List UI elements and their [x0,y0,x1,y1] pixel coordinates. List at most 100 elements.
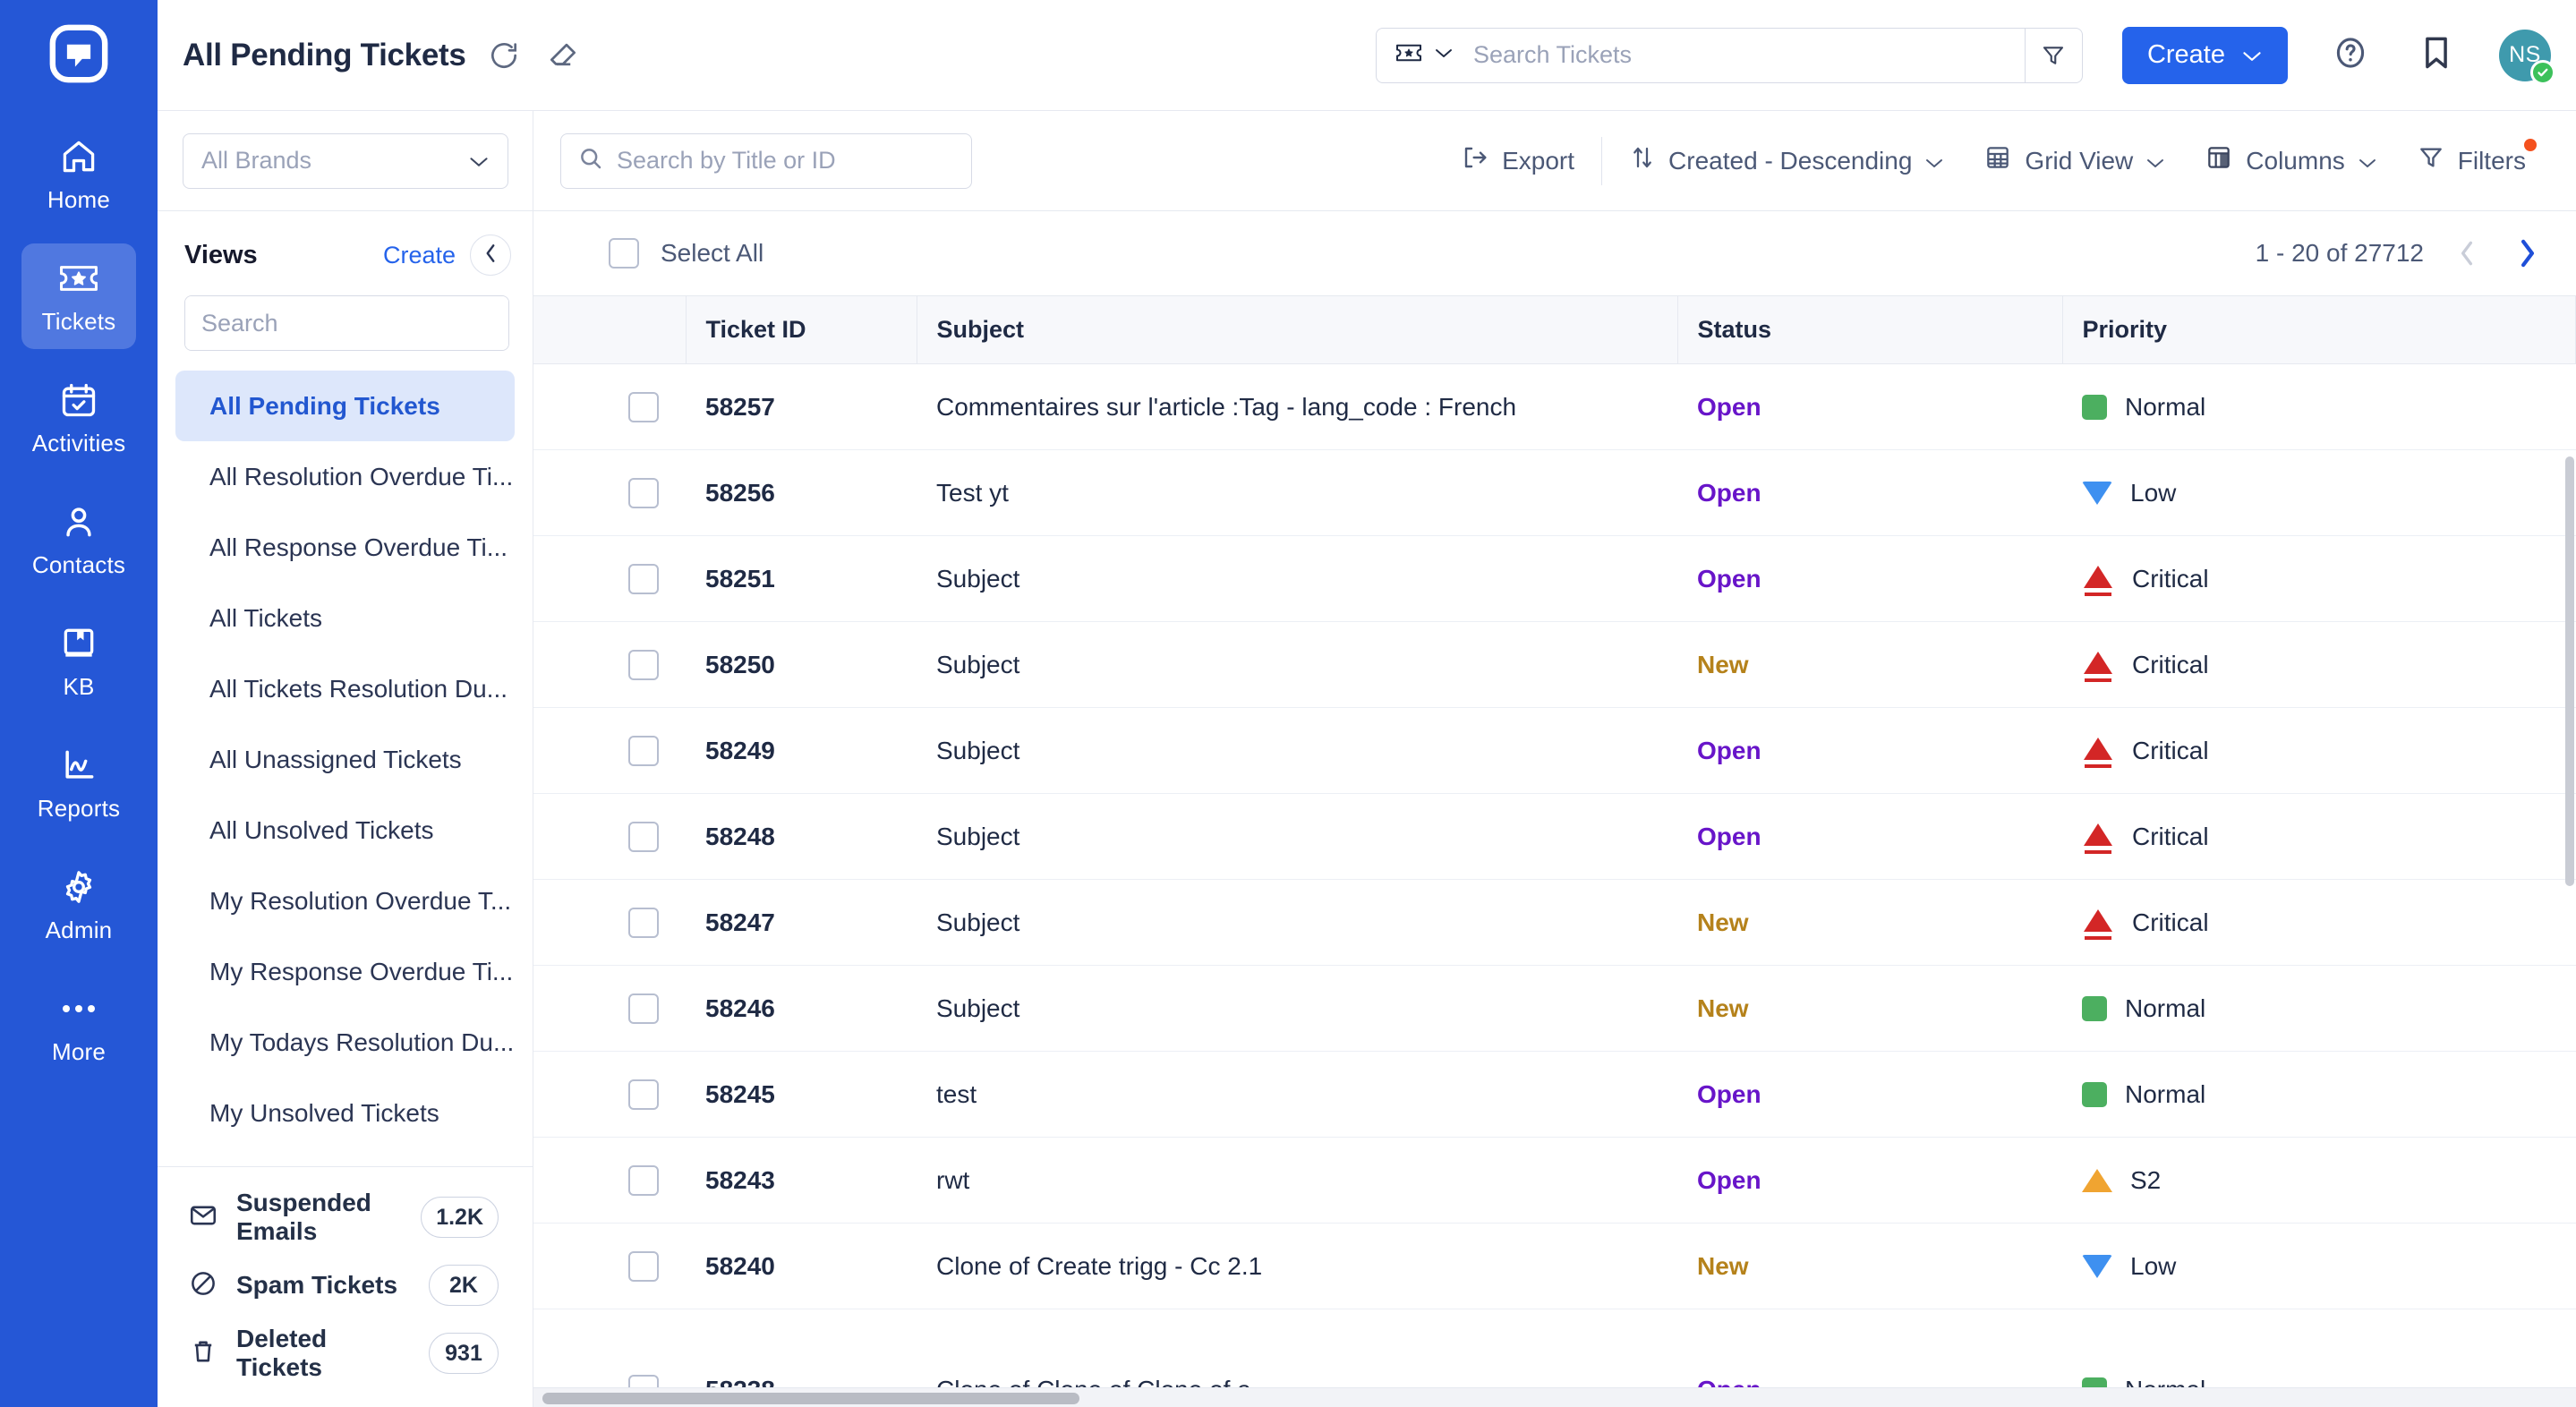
create-view-link[interactable]: Create [383,242,456,269]
columns-icon [2205,143,2233,178]
columns-button[interactable]: Columns [2185,133,2396,189]
table-row[interactable]: 58247 Subject New Critical [533,879,2576,966]
deleted-tickets-item[interactable]: Deleted Tickets 931 [181,1319,509,1387]
priority-normal-icon [2082,394,2107,420]
view-item[interactable]: My Response Overdue Ti... [175,936,515,1007]
row-checkbox[interactable] [628,563,659,594]
row-checkbox[interactable] [628,477,659,508]
view-item[interactable]: All Unassigned Tickets [175,724,515,795]
avatar[interactable]: NS [2499,29,2555,85]
table-row[interactable]: 58257 Commentaires sur l'article :Tag - … [533,363,2576,450]
priority-normal-icon [2082,995,2107,1021]
view-item[interactable]: All Tickets Resolution Du... [175,653,515,724]
vertical-scrollbar-thumb[interactable] [2565,456,2574,886]
sidebar-item-admin[interactable]: Admin [21,852,136,958]
row-checkbox[interactable] [628,907,659,938]
views-search-input[interactable] [185,296,508,350]
create-button[interactable]: Create [2121,26,2288,84]
column-header-priority[interactable]: Priority [2062,295,2576,364]
table-row[interactable]: 58249 Subject Open Critical [533,707,2576,794]
prev-page-button[interactable] [2449,235,2485,271]
view-item[interactable]: All Pending Tickets [175,371,515,441]
row-checkbox[interactable] [628,391,659,422]
line-chart-icon [59,745,98,786]
view-item[interactable]: All Tickets [175,583,515,653]
column-header-status[interactable]: Status [1677,295,2063,364]
column-header-ticket-id[interactable]: Ticket ID [686,295,917,364]
table-row[interactable]: 58250 Subject New Critical [533,621,2576,708]
search-type-selector[interactable] [1377,29,1468,82]
sidebar-item-home[interactable]: Home [21,122,136,227]
column-header-subject[interactable]: Subject [917,295,1678,364]
row-checkbox[interactable] [628,735,659,766]
sort-button[interactable]: Created - Descending [1609,133,1964,189]
sidebar-item-activities[interactable]: Activities [21,365,136,471]
sidebar-item-label: Admin [45,916,113,943]
select-all-checkbox[interactable] [609,238,639,269]
table-row[interactable]: 58248 Subject Open Critical [533,793,2576,880]
search-filter-icon[interactable] [2024,28,2082,82]
row-checkbox[interactable] [628,1164,659,1196]
cell-status: Open [1677,363,2062,450]
sort-icon [1629,143,1656,178]
brand-select[interactable]: All Brands [183,132,508,189]
spam-tickets-item[interactable]: Spam Tickets 2K [181,1251,509,1319]
table-row[interactable]: 58243 rwt Open S2 [533,1137,2576,1224]
row-select-cell [533,965,686,1052]
filters-label: Filters [2457,146,2526,175]
grid-view-button[interactable]: Grid View [1964,133,2185,189]
view-item[interactable]: All Resolution Overdue Ti... [175,441,515,512]
row-checkbox[interactable] [628,1250,659,1282]
suspended-emails-item[interactable]: Suspended Emails 1.2K [181,1183,509,1251]
row-select-cell [533,707,686,794]
cell-ticket-id: 58256 [686,449,917,536]
cell-status: New [1677,621,2062,708]
pagination: 1 - 20 of 27712 [2256,235,2546,271]
cell-ticket-id: 58257 [686,363,917,450]
priority-label: Critical [2132,736,2209,764]
vertical-scrollbar[interactable] [2565,456,2574,1375]
view-item[interactable]: All Unsolved Tickets [175,795,515,866]
cell-subject: Subject [917,965,1677,1052]
next-page-button[interactable] [2510,235,2546,271]
eraser-icon[interactable] [542,34,584,77]
refresh-icon[interactable] [482,34,525,77]
table-row[interactable]: 58246 Subject New Normal [533,965,2576,1052]
row-checkbox[interactable] [628,649,659,680]
sidebar-item-contacts[interactable]: Contacts [21,487,136,593]
tickets-table-scroll[interactable]: Ticket ID Subject Status Priority 58257 … [533,295,2576,1407]
table-row[interactable]: 58256 Test yt Open Low [533,449,2576,536]
sidebar-item-tickets[interactable]: Tickets [21,243,136,349]
view-item[interactable]: All Response Overdue Ti... [175,512,515,583]
table-row[interactable]: 58245 test Open Normal [533,1051,2576,1138]
title-search-input[interactable] [617,147,955,175]
select-all-label: Select All [661,239,764,267]
view-item[interactable]: My Resolution Overdue T... [175,866,515,936]
row-checkbox[interactable] [628,1079,659,1110]
select-all-control[interactable]: Select All [609,238,763,269]
global-search [1375,27,2083,83]
filters-button[interactable]: Filters [2397,133,2546,189]
horizontal-scrollbar[interactable] [533,1387,2576,1407]
priority-normal-icon [2082,1081,2107,1107]
app-logo-icon[interactable] [45,20,113,88]
help-button[interactable] [2327,32,2374,79]
row-checkbox[interactable] [628,993,659,1024]
status-badge: Open [1697,478,1761,507]
cell-ticket-id: 58249 [686,707,917,794]
row-checkbox[interactable] [628,821,659,852]
sidebar-item-more[interactable]: More [21,974,136,1079]
table-row[interactable]: 58251 Subject Open Critical [533,535,2576,622]
sidebar-item-reports[interactable]: Reports [21,730,136,836]
sidebar-item-kb[interactable]: KB [21,609,136,714]
view-item[interactable]: My Unsolved Tickets [175,1078,515,1148]
collapse-views-button[interactable] [470,234,511,276]
view-item[interactable]: My Todays Resolution Du... [175,1007,515,1078]
columns-label: Columns [2246,146,2345,175]
search-input[interactable] [1467,28,2025,82]
table-row[interactable]: 58240 Clone of Create trigg - Cc 2.1 New… [533,1223,2576,1309]
bookmark-button[interactable] [2413,32,2460,79]
status-badge: Open [1697,392,1761,421]
horizontal-scrollbar-thumb[interactable] [542,1393,1079,1404]
export-button[interactable]: Export [1441,133,1594,189]
